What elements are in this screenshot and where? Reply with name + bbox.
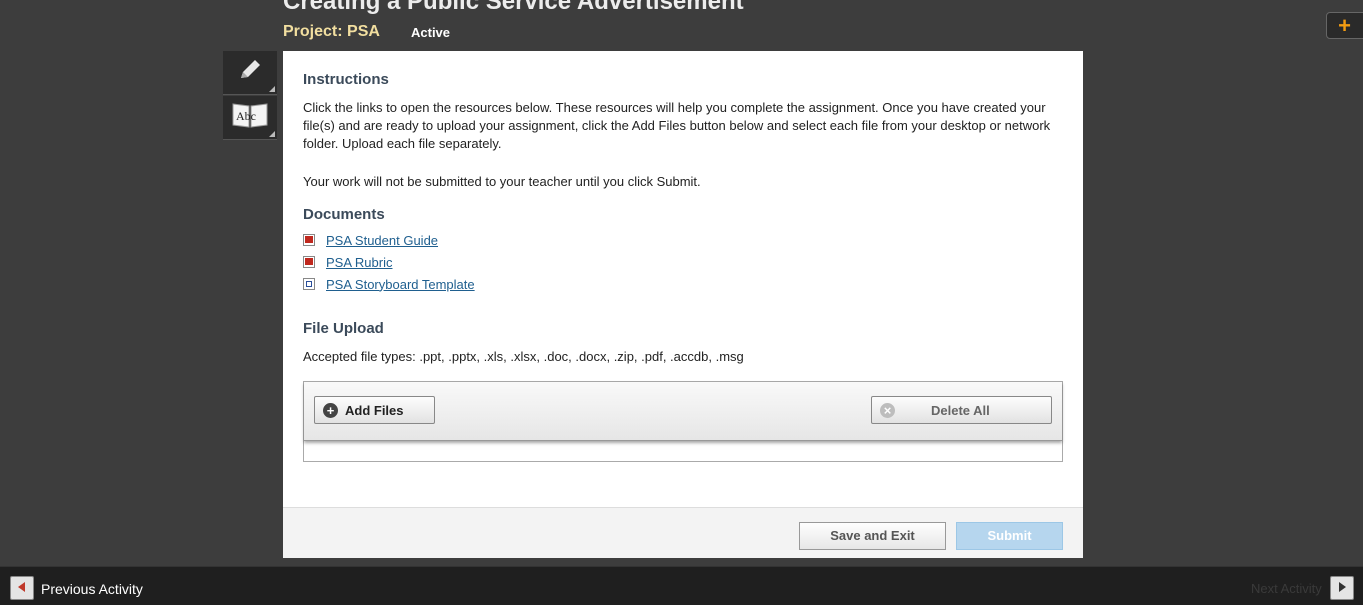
dictionary-tool-button[interactable]: Abc — [223, 96, 277, 140]
activity-title: Creating a Public Service Advertisement — [283, 0, 744, 15]
document-item[interactable]: PSA Rubric — [303, 253, 392, 271]
project-label: Project: PSA — [283, 23, 380, 40]
arrow-left-icon — [18, 579, 26, 597]
plus-circle-icon: + — [323, 402, 338, 418]
document-link[interactable]: PSA Rubric — [326, 255, 392, 270]
document-item[interactable]: PSA Student Guide — [303, 231, 438, 249]
save-and-exit-button[interactable]: Save and Exit — [799, 522, 946, 550]
delete-all-label: Delete All — [931, 402, 990, 418]
document-item[interactable]: PSA Storyboard Template — [303, 275, 475, 293]
add-files-button[interactable]: + Add Files — [314, 396, 435, 424]
instructions-heading: Instructions — [303, 71, 389, 88]
previous-activity-label[interactable]: Previous Activity — [41, 581, 143, 597]
status-badge: Active — [411, 25, 451, 40]
word-doc-icon — [303, 278, 315, 290]
accepted-types-text: Accepted file types: .ppt, .pptx, .xls, … — [303, 349, 744, 364]
notes-tool-button[interactable] — [223, 51, 277, 95]
file-upload-heading: File Upload — [303, 320, 384, 337]
file-upload-area[interactable]: + Add Files × Delete All — [303, 381, 1063, 462]
next-activity-button[interactable] — [1330, 576, 1354, 600]
document-link[interactable]: PSA Student Guide — [326, 233, 438, 248]
close-circle-icon: × — [880, 402, 895, 418]
submit-button[interactable]: Submit — [956, 522, 1063, 550]
document-link[interactable]: PSA Storyboard Template — [326, 277, 475, 292]
pdf-icon — [303, 256, 315, 268]
previous-activity-button[interactable] — [10, 576, 34, 600]
arrow-right-icon — [1338, 579, 1346, 597]
documents-heading: Documents — [303, 206, 385, 223]
next-activity-label: Next Activity — [1251, 581, 1322, 596]
upload-toolbar: + Add Files × Delete All — [304, 382, 1062, 441]
pdf-icon — [303, 234, 315, 246]
dictionary-icon: Abc — [231, 101, 269, 134]
instructions-text: Click the links to open the resources be… — [303, 100, 1051, 151]
pencil-icon — [236, 56, 264, 89]
action-footer: Save and Exit Submit — [283, 507, 1083, 558]
svg-text:Abc: Abc — [236, 109, 256, 123]
assignment-panel: Instructions Click the links to open the… — [283, 51, 1083, 558]
expand-plus-button[interactable]: + — [1326, 12, 1363, 39]
add-files-label: Add Files — [345, 402, 404, 418]
delete-all-button[interactable]: × Delete All — [871, 396, 1052, 424]
activity-nav-bar: Previous Activity Next Activity — [0, 566, 1363, 605]
submit-note: Your work will not be submitted to your … — [303, 174, 701, 189]
